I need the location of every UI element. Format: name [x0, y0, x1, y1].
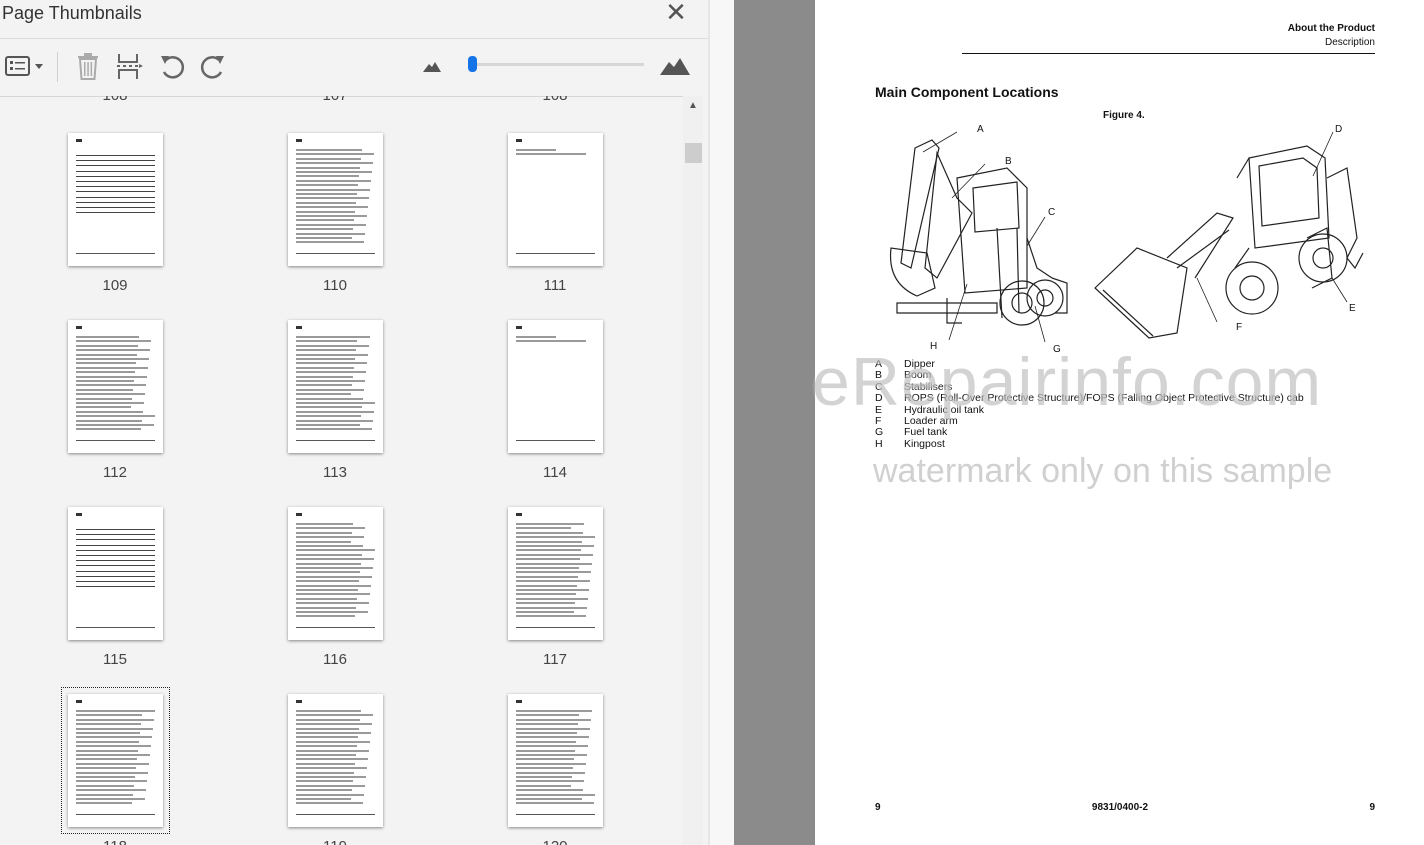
page-number-right: 9 — [1369, 802, 1375, 813]
panel-title: Page Thumbnails — [2, 3, 142, 23]
zoom-out-button[interactable] — [420, 52, 444, 80]
rear-wheel-left — [999, 280, 1045, 326]
page-header-section: About the Product — [1287, 23, 1375, 34]
legend-text: Fuel tank — [904, 426, 948, 439]
watermark-main: eRepairinfo.com — [812, 344, 1323, 420]
thumbnail-page-number: 119 — [275, 838, 395, 845]
extract-pages-button[interactable] — [115, 52, 145, 80]
rotate-counterclockwise-button[interactable] — [157, 52, 187, 80]
options-menu-button[interactable] — [2, 52, 46, 80]
page-header-subsection: Description — [1324, 37, 1375, 48]
close-panel-button[interactable]: ✕ — [664, 0, 688, 25]
thumbnail-page-image[interactable] — [508, 694, 603, 827]
thumbnail-page-image[interactable] — [508, 133, 603, 266]
callout-d: D — [1335, 124, 1342, 135]
page-number-left: 9 — [875, 802, 881, 813]
zoom-in-mountain-icon — [660, 58, 690, 75]
watermark-sub: watermark only on this sample — [873, 452, 1333, 490]
zoom-in-button[interactable] — [658, 52, 692, 80]
callout-c: C — [1048, 207, 1055, 218]
thumbnail-page-number: 118 — [55, 838, 175, 845]
zoom-slider-handle[interactable] — [468, 56, 477, 72]
callout-f: F — [1236, 322, 1242, 333]
thumbnail-page-number: 110 — [323, 277, 347, 294]
thumbnail-page-number: 107 — [275, 96, 395, 104]
stabiliser-shape — [1026, 237, 1053, 279]
dipper-shape — [900, 139, 940, 269]
thumbnail-page-number: 120 — [495, 838, 615, 845]
thumbnail-scrollbar[interactable] — [683, 96, 703, 845]
rear-wheel-big — [1298, 233, 1348, 283]
thumbnail-page-number: 115 — [103, 651, 127, 668]
document-code: 9831/0400-2 — [1091, 802, 1149, 813]
thumbnail-page-image[interactable] — [68, 133, 163, 266]
thumbnail-page-image[interactable] — [288, 694, 383, 827]
thumbnail-page-image[interactable] — [68, 320, 163, 453]
rear-wheel-right — [1026, 279, 1064, 317]
rotate-counterclockwise-icon — [161, 56, 185, 79]
thumbnail-grid: 108 107 108 109 110 111 112 113 114 115 116 117 118 1… — [0, 96, 683, 845]
rotate-clockwise-icon — [200, 56, 224, 79]
callout-a: A — [977, 124, 984, 135]
legend-text: Kingpost — [904, 437, 945, 450]
front-wheel — [1225, 261, 1279, 315]
thumbnail-page-number: 108 — [495, 96, 615, 104]
legend-letter: H — [875, 437, 883, 450]
backhoe-arm-shape — [1326, 167, 1358, 259]
delete-icon — [78, 53, 98, 80]
thumbnail-page-image[interactable] — [508, 320, 603, 453]
thumbnail-page-number: 108 — [55, 96, 175, 104]
thumbnails-toolbar — [0, 40, 708, 96]
title-divider — [0, 38, 708, 39]
thumbnail-page-image[interactable] — [288, 133, 383, 266]
thumbnail-page-number: 117 — [543, 651, 567, 668]
zoom-out-mountain-icon — [423, 62, 441, 72]
boom-shape — [924, 150, 973, 279]
document-page: About the Product Description Main Compo… — [815, 0, 1424, 845]
thumbnail-page-number: 112 — [103, 464, 127, 481]
thumbnail-page-image[interactable] — [288, 507, 383, 640]
loader-arm-shape — [1166, 212, 1234, 279]
thumbnail-page-number: 111 — [543, 277, 567, 294]
thumbnail-page-image[interactable] — [288, 320, 383, 453]
section-heading: Main Component Locations — [875, 84, 1059, 100]
page-thumbnails-panel: Page Thumbnails ✕ 109 110 111 112 113 11… — [0, 0, 708, 845]
thumbnail-page-image[interactable] — [68, 507, 163, 640]
toolbar-separator — [57, 52, 58, 82]
thumbnail-page-image[interactable] — [68, 694, 163, 827]
callout-b: B — [1005, 156, 1012, 167]
legend-letter: G — [875, 426, 884, 439]
extract-pages-icon — [117, 54, 143, 79]
backhoe-loader-figure: A B C D E F G H — [889, 124, 1364, 355]
thumbnail-page-image[interactable] — [508, 507, 603, 640]
thumbnail-page-number: 109 — [102, 277, 128, 294]
scrollbar-thumb[interactable] — [685, 143, 702, 163]
panel-splitter[interactable] — [710, 0, 734, 845]
header-rule — [962, 53, 1375, 54]
rotate-clockwise-button[interactable] — [198, 52, 228, 80]
thumbnail-page-number: 113 — [323, 464, 347, 481]
thumbnail-page-number: 116 — [323, 651, 347, 668]
delete-pages-button[interactable] — [74, 52, 102, 80]
zoom-slider-track[interactable] — [472, 63, 644, 66]
scroll-up-arrow-icon[interactable]: ▲ — [683, 98, 703, 114]
callout-e: E — [1349, 303, 1356, 314]
options-menu-icon — [5, 56, 43, 76]
bucket-shape — [889, 247, 936, 297]
thumbnail-page-number: 114 — [543, 464, 567, 481]
